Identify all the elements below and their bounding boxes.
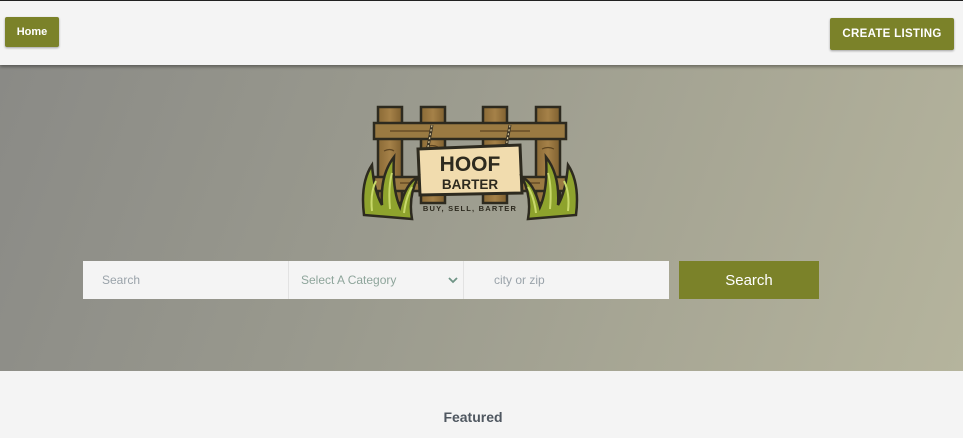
logo-text-line2: BARTER: [442, 177, 498, 192]
hero-section: HOOF BARTER BUY, SELL, BARTER Select A C…: [0, 65, 963, 371]
category-select[interactable]: Select A Category: [288, 261, 464, 299]
create-listing-button[interactable]: CREATE LISTING: [830, 18, 954, 50]
logo-text-line1: HOOF: [440, 153, 501, 176]
hoof-barter-logo: HOOF BARTER BUY, SELL, BARTER: [361, 105, 579, 221]
search-input[interactable]: [83, 261, 288, 299]
home-button[interactable]: Home: [5, 17, 59, 47]
logo-tagline: BUY, SELL, BARTER: [423, 204, 517, 213]
category-select-value: Select A Category: [301, 273, 397, 287]
chevron-down-icon: [448, 277, 458, 284]
location-input[interactable]: [464, 261, 669, 299]
search-bar: Select A Category: [83, 261, 669, 299]
search-button[interactable]: Search: [679, 261, 819, 299]
featured-heading: Featured: [443, 409, 503, 425]
top-navbar: Home CREATE LISTING: [0, 1, 963, 65]
